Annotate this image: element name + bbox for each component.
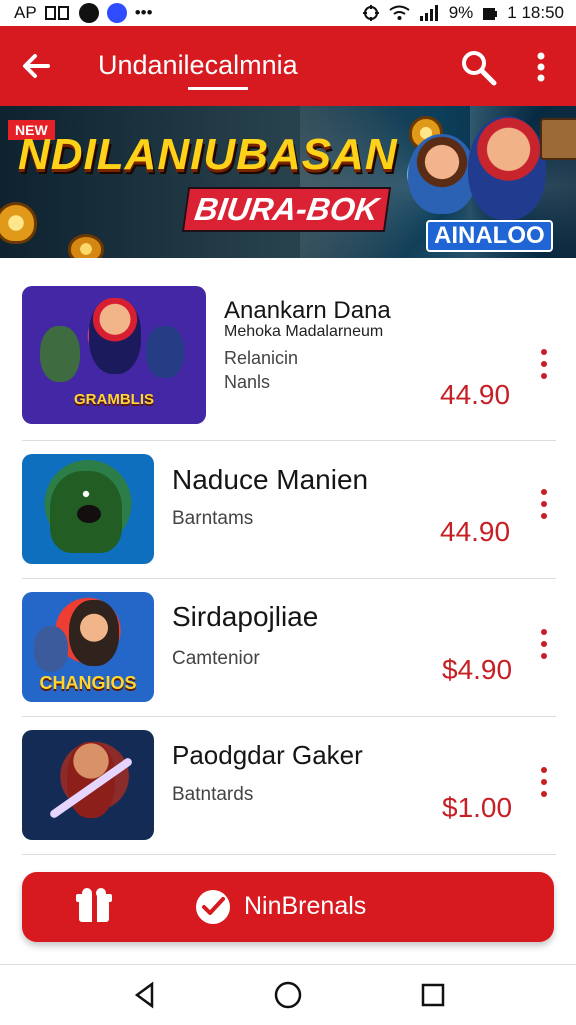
enemy-art: [40, 326, 80, 382]
game-price: $1.00: [442, 792, 513, 823]
banner-coin: [68, 234, 104, 258]
more-vertical-icon[interactable]: [526, 50, 556, 84]
clock: 1 18:50: [507, 3, 564, 22]
battery-percent: 9%: [448, 3, 474, 22]
game-price: $4.90: [442, 654, 513, 685]
vpn-icon: [44, 5, 69, 20]
game-subtitle: Mehoka Madalarneum: [224, 323, 384, 340]
item-more-icon[interactable]: [538, 348, 550, 380]
banner-crate: [540, 118, 576, 160]
banner-title: NDILANIUBASAN: [18, 130, 398, 179]
search-icon[interactable]: [458, 47, 498, 87]
game-description: Barntams: [172, 508, 254, 529]
hero-art: [69, 600, 119, 666]
app-bar: Undanilecalmnia: [0, 26, 576, 106]
status-bar: AP ••• 9% 1 18:50: [0, 0, 576, 26]
sidekick-art: [34, 626, 68, 672]
battery-icon: [483, 8, 498, 20]
item-more-icon[interactable]: [538, 766, 550, 798]
wifi-icon: [389, 5, 410, 20]
banner-hero-left: [408, 134, 476, 214]
banner-subtitle: BIURA-BOK: [181, 187, 392, 232]
game-title: Sirdapojliae: [172, 601, 319, 632]
game-price: 44.90: [440, 379, 511, 410]
back-icon[interactable]: [131, 981, 159, 1009]
page-title: Undanilecalmnia: [98, 50, 298, 80]
thumbnail-title: CHANGIOS: [39, 673, 137, 693]
gift-icon: [76, 888, 112, 922]
game-thumbnail[interactable]: CHANGIOS: [22, 592, 154, 702]
game-description: Relanicin: [224, 348, 299, 368]
game-price: 44.90: [440, 516, 511, 547]
list-item[interactable]: Naduce Manien Barntams 44.90: [22, 440, 556, 579]
item-more-icon[interactable]: [538, 628, 550, 660]
bottom-action-button[interactable]: NinBrenals: [22, 872, 554, 942]
game-thumbnail[interactable]: [22, 454, 154, 564]
list-item[interactable]: CHANGIOS Sirdapojliae Camtenior $4.90: [22, 578, 556, 717]
app-status-icon: [106, 3, 127, 23]
status-left: AP •••: [14, 3, 153, 23]
enemy-art: [146, 326, 184, 378]
item-more-icon[interactable]: [538, 488, 550, 520]
game-thumbnail[interactable]: [22, 730, 154, 840]
signal-icon: [419, 5, 438, 21]
game-description: Camtenior: [172, 648, 260, 669]
checkmark-icon: [196, 890, 230, 924]
game-title: Anankarn Dana: [224, 297, 391, 324]
banner-hero-right: [468, 116, 546, 220]
list-item[interactable]: Paodgdar Gaker Batntards $1.00: [22, 716, 556, 855]
promo-banner[interactable]: NEW NDILANIUBASAN BIURA-BOK AINALOO: [0, 106, 576, 258]
banner-coin: [0, 202, 37, 244]
nfc-icon: [362, 5, 379, 21]
hero-art: [89, 298, 141, 374]
game-thumbnail[interactable]: GRAMBLIS: [22, 286, 206, 424]
title-underline: [188, 87, 248, 90]
action-label: NinBrenals: [244, 892, 367, 920]
game-description: Batntards: [172, 784, 254, 805]
monster-mouth: [77, 505, 101, 523]
recents-icon[interactable]: [420, 982, 446, 1008]
banner-logo: AINALOO: [426, 220, 553, 252]
game-list: GRAMBLIS Anankarn Dana Mehoka Madalarneu…: [0, 262, 576, 855]
status-left-text: AP: [14, 3, 37, 22]
status-right: 9% 1 18:50: [362, 3, 564, 23]
thumbnail-title: GRAMBLIS: [74, 391, 154, 408]
back-arrow-icon[interactable]: [18, 48, 58, 84]
game-description: Nanls: [224, 372, 271, 392]
more-status-icon: •••: [134, 3, 153, 22]
game-title: Paodgdar Gaker: [172, 740, 363, 770]
list-item[interactable]: GRAMBLIS Anankarn Dana Mehoka Madalarneu…: [22, 262, 556, 441]
circle-status-icon: [78, 3, 99, 23]
home-icon[interactable]: [273, 980, 303, 1010]
game-title: Naduce Manien: [172, 464, 369, 495]
system-navigation-bar: [0, 964, 576, 1025]
